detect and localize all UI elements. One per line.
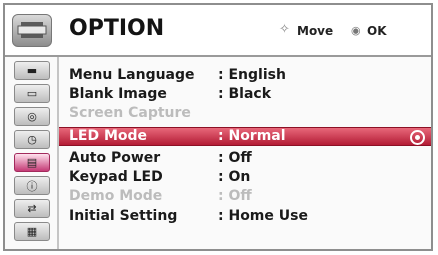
menu-row-value: : English xyxy=(218,67,286,83)
menu-row-label: Menu Language xyxy=(69,67,195,83)
menu-row-label: Keypad LED xyxy=(69,169,163,185)
media-icon[interactable]: ▦ xyxy=(14,222,50,241)
selected-radio-icon xyxy=(410,130,425,145)
category-sidebar: ▬ ▭ ◎ ◷ ▤ ⓘ ⇄ ▦ xyxy=(5,57,57,249)
menu-row-auto-power[interactable]: Auto Power : Off xyxy=(59,149,431,168)
osd-menu-window: OPTION ✧ Move ◉ OK ▬ ▭ ◎ ◷ ▤ ⓘ ⇄ ▦ Menu … xyxy=(3,3,433,251)
menu-row-demo-mode: Demo Mode : Off xyxy=(59,187,431,206)
menu-header: OPTION ✧ Move ◉ OK xyxy=(5,5,431,57)
menu-row-value: : Off xyxy=(218,150,252,166)
menu-row-label: Screen Capture xyxy=(69,105,191,121)
option-icon[interactable]: ▤ xyxy=(14,153,50,172)
move-hint-label: Move xyxy=(297,24,334,38)
menu-row-value: : Normal xyxy=(218,128,286,144)
menu-row-blank-image[interactable]: Blank Image : Black xyxy=(59,85,431,104)
menu-row-label: LED Mode xyxy=(69,128,148,144)
timer-icon[interactable]: ◷ xyxy=(14,130,50,149)
ok-hint-label: OK xyxy=(367,24,387,38)
menu-row-label: Demo Mode xyxy=(69,188,163,204)
menu-row-menu-language[interactable]: Menu Language : English xyxy=(59,66,431,85)
menu-row-led-mode[interactable]: LED Mode : Normal xyxy=(59,127,431,146)
menu-row-label: Blank Image xyxy=(69,86,167,102)
menu-row-keypad-led[interactable]: Keypad LED : On xyxy=(59,168,431,187)
menu-row-label: Auto Power xyxy=(69,150,161,166)
move-arrows-icon: ✧ xyxy=(279,22,290,37)
picture-icon[interactable]: ▬ xyxy=(14,61,50,80)
menu-row-value: : Off xyxy=(218,188,252,204)
screen-icon[interactable]: ▭ xyxy=(14,84,50,103)
audio-icon[interactable]: ◎ xyxy=(14,107,50,126)
info-icon[interactable]: ⓘ xyxy=(14,176,50,195)
option-category-icon xyxy=(12,14,52,47)
page-title: OPTION xyxy=(69,16,165,41)
menu-row-label: Initial Setting xyxy=(69,208,178,224)
menu-row-screen-capture: Screen Capture xyxy=(59,104,431,123)
input-icon[interactable]: ⇄ xyxy=(14,199,50,218)
menu-row-value: : Home Use xyxy=(218,208,308,224)
menu-row-value: : Black xyxy=(218,86,271,102)
ok-button-icon: ◉ xyxy=(351,24,361,37)
menu-row-value: : On xyxy=(218,169,251,185)
menu-row-initial-setting[interactable]: Initial Setting : Home Use xyxy=(59,207,431,226)
